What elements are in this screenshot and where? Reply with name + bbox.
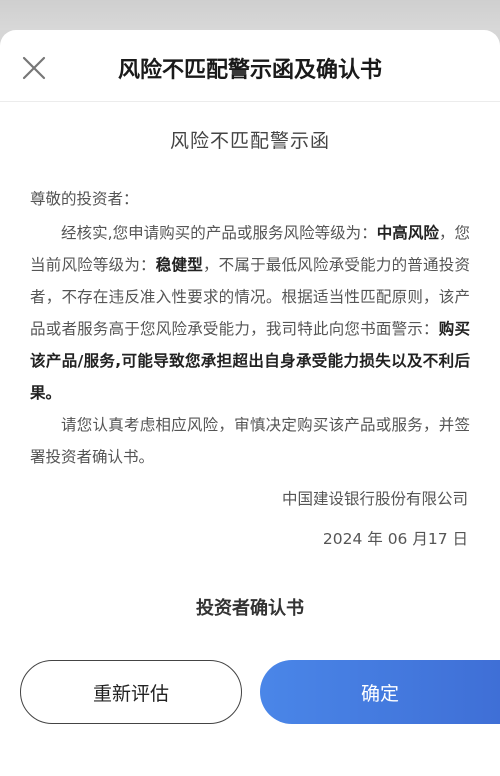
confirm-button[interactable]: 确定 (260, 660, 500, 724)
confirmation-title: 投资者确认书 (196, 598, 304, 619)
sheet-header: 风险不匹配警示函及确认书 (0, 30, 500, 102)
user-risk-level: 稳健型 (155, 256, 203, 274)
letter-title: 风险不匹配警示函 (169, 130, 330, 152)
company-name: 中国建设银行股份有限公司 (281, 490, 468, 508)
greeting: 尊敬的投资者： (30, 190, 139, 208)
status-area (0, 0, 500, 30)
letter-body: 尊敬的投资者： 经核实,您申请购买的产品或服务风险等级为：中高风险，您当前风险等… (0, 183, 500, 473)
signature-block: 中国建设银行股份有限公司 2024 年 06 月17 日 (0, 479, 500, 559)
page-title: 风险不匹配警示函及确认书 (117, 58, 382, 83)
letter-date: 2024 年 06 月17 日 (322, 530, 468, 548)
paragraph-2: 请您认真考虑相应风险，审慎决定购买该产品或服务，并签署投资者确认书。 (30, 416, 470, 466)
para1-text-a: 经核实,您申请购买的产品或服务风险等级为： (61, 224, 377, 242)
paragraph-1: 经核实,您申请购买的产品或服务风险等级为：中高风险，您当前风险等级为：稳健型，不… (30, 217, 470, 409)
confirm-button-label: 确定 (360, 682, 399, 705)
reassess-button[interactable]: 重新评估 (20, 660, 242, 724)
product-risk-level: 中高风险 (376, 224, 439, 242)
